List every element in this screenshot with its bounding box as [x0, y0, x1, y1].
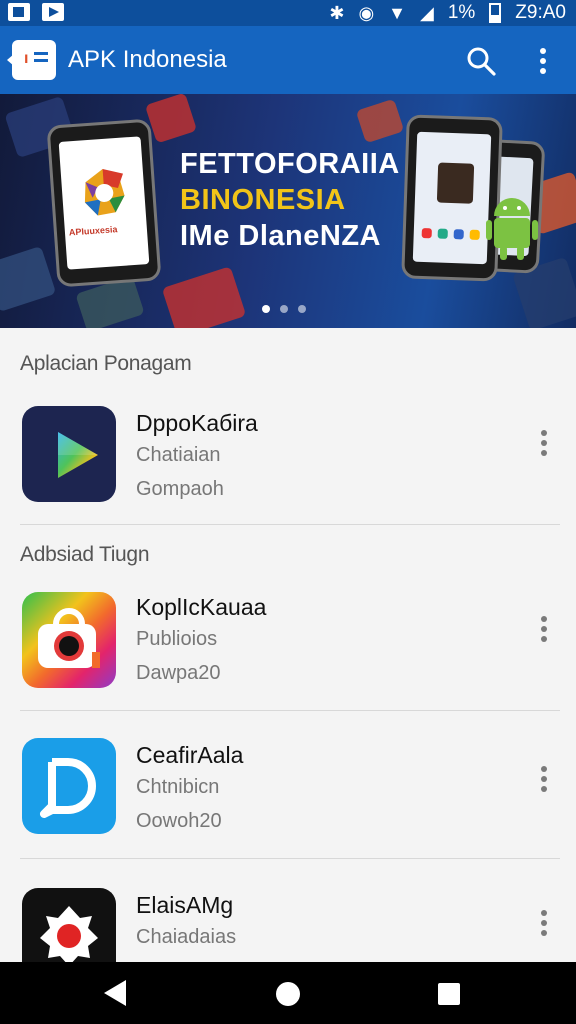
app-dot-icon: [469, 229, 480, 240]
app-category: Chtnibicn: [136, 776, 220, 798]
back-icon[interactable]: [104, 980, 126, 1006]
app-bar: ı APK Indonesia: [0, 26, 576, 94]
search-button[interactable]: [464, 44, 498, 78]
notification-square-icon: [8, 3, 30, 21]
carousel-dot[interactable]: [262, 305, 270, 313]
app-name: ElaisAMg: [136, 892, 234, 918]
app-title: APK Indonesia: [68, 46, 227, 73]
wifi-icon: ▼: [388, 3, 406, 23]
item-menu-button[interactable]: [532, 762, 556, 796]
app-dot-icon: [421, 227, 432, 239]
play-store-icon: [42, 3, 64, 21]
section-title: Adbsiad Tiugn: [20, 543, 150, 566]
list-item[interactable]: DppoKaбira Chatiaian Gompaoh: [0, 406, 576, 546]
promo-banner[interactable]: APIuuxesia FETTOFORAIIA BINONESIA IMe Dl…: [0, 94, 576, 328]
app-category: Publioios: [136, 628, 218, 650]
app-size: Oowoh20: [136, 810, 222, 832]
item-menu-button[interactable]: [532, 906, 556, 940]
app-dot-icon: [453, 229, 464, 240]
app-name: DppoKaбira: [136, 410, 258, 436]
clock: Z9:A0: [515, 2, 566, 23]
battery-icon: [489, 3, 502, 23]
banner-line-3: IMe DlaneNZA: [180, 220, 381, 252]
carousel-dot[interactable]: [280, 305, 288, 313]
list-item[interactable]: CeafirAala Chtnibicn Oowoh20: [0, 738, 576, 878]
list-item[interactable]: ElaisAMg Chaiadaias: [0, 888, 576, 962]
list-item[interactable]: KoplIcKauaa Publioios Dawpa20: [0, 592, 576, 732]
banner-line-2: BINONESIA: [180, 184, 346, 216]
app-category: Chatiaian: [136, 444, 221, 466]
bg-tile: [0, 245, 57, 313]
bg-tile: [144, 94, 198, 144]
camera-bag-icon: [22, 592, 116, 688]
app-name: KoplIcKauaa: [136, 594, 267, 620]
bluetooth-icon: ✱: [329, 3, 345, 23]
play-triangle-icon: [22, 406, 116, 502]
carousel-dot[interactable]: [298, 305, 306, 313]
app-category: Chaiadaias: [136, 926, 237, 948]
banner-line-1: FETTOFORAIIA: [180, 148, 400, 180]
more-vert-icon: [541, 910, 547, 936]
more-vert-icon: [540, 48, 546, 74]
divider: [20, 858, 560, 859]
signal-icon: ◢: [419, 3, 434, 23]
app-name: CeafirAala: [136, 742, 244, 768]
app-size: Dawpa20: [136, 662, 221, 684]
item-menu-button[interactable]: [532, 426, 556, 460]
recents-icon[interactable]: [438, 983, 460, 1005]
more-vert-icon: [541, 616, 547, 642]
search-icon: [467, 47, 496, 76]
colorful-star-logo-icon: [84, 169, 125, 216]
more-vert-icon: [541, 766, 547, 792]
app-logo-icon[interactable]: ı: [7, 40, 56, 80]
bg-tile: [355, 98, 405, 144]
overflow-menu-button[interactable]: [530, 44, 556, 78]
red-dot-camera-icon: [22, 888, 116, 962]
divider: [20, 710, 560, 711]
navigation-bar: [0, 962, 576, 1024]
photo-thumbnail: [436, 162, 475, 204]
banner-phone-left: APIuuxesia: [46, 118, 162, 288]
battery-text: 1%: [447, 2, 476, 23]
alarm-icon: ◉: [358, 3, 375, 23]
app-size: Gompaoh: [136, 478, 224, 500]
android-robot-icon: [486, 198, 538, 260]
bg-tile: [161, 266, 247, 328]
more-vert-icon: [541, 430, 547, 456]
section-title: Aplacian Ponagam: [20, 352, 192, 375]
item-menu-button[interactable]: [532, 612, 556, 646]
divider: [20, 524, 560, 525]
status-bar: ✱ ◉ ▼ ◢ 1% Z9:A0: [0, 0, 576, 26]
carousel-dots: [262, 305, 306, 313]
d-letter-icon: [22, 738, 116, 834]
home-icon[interactable]: [276, 982, 300, 1006]
app-dot-icon: [437, 228, 448, 239]
